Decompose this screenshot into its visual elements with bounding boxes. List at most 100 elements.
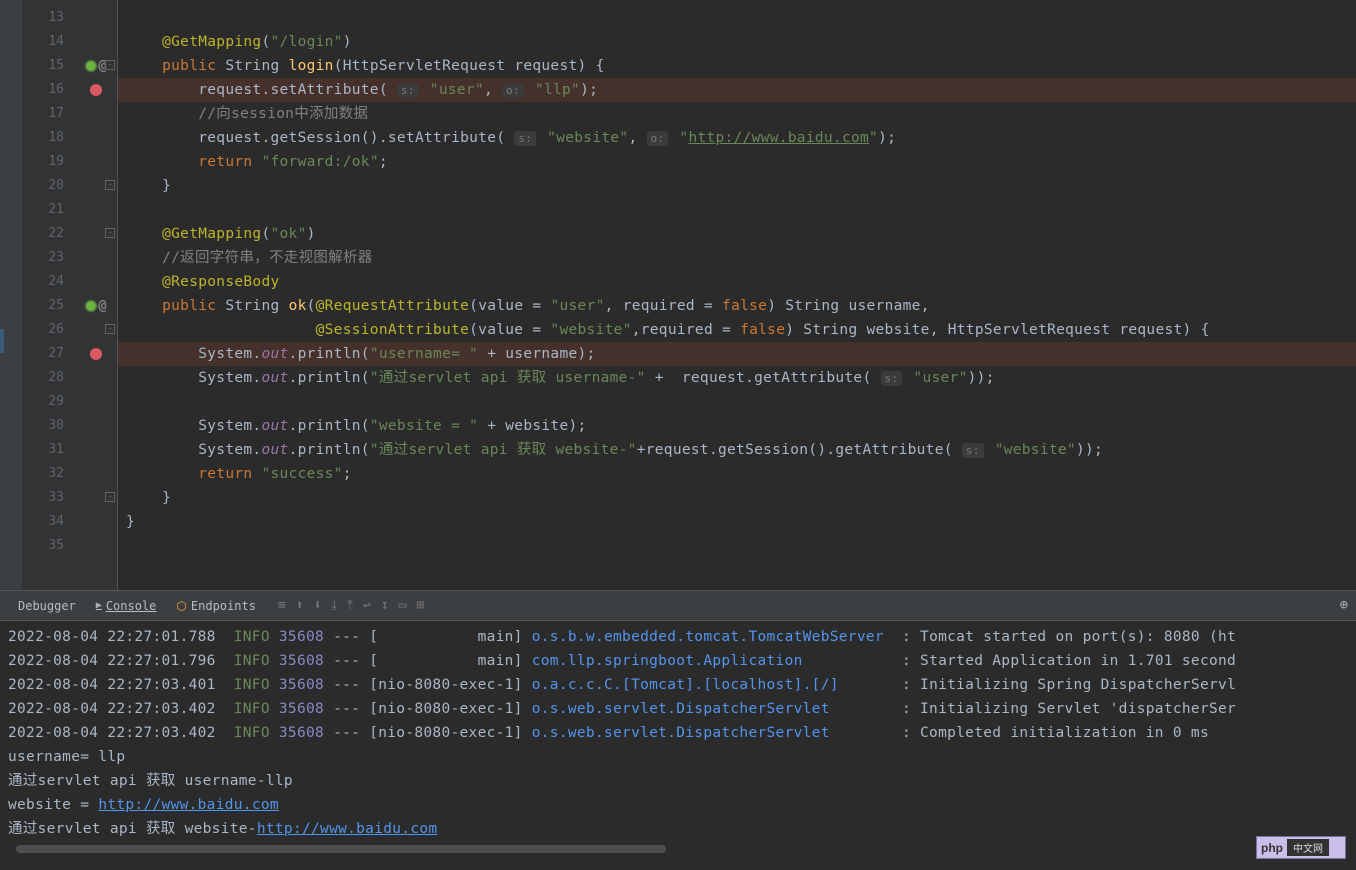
annotation-cell[interactable] [74,126,117,150]
line-number[interactable]: 13 [22,6,74,30]
code-line[interactable] [118,6,1356,30]
spring-icon[interactable] [84,299,98,313]
code-line[interactable]: //返回字符串，不走视图解析器 [118,246,1356,270]
line-number[interactable]: 33 [22,486,74,510]
annotation-cell[interactable] [74,6,117,30]
line-number[interactable]: 19 [22,150,74,174]
line-number[interactable]: 30 [22,414,74,438]
line-number[interactable]: 23 [22,246,74,270]
line-number[interactable]: 26 [22,318,74,342]
annotation-cell[interactable] [74,462,117,486]
line-number[interactable]: 24 [22,270,74,294]
annotation-cell[interactable] [74,102,117,126]
code-line[interactable] [118,198,1356,222]
line-number[interactable]: 32 [22,462,74,486]
code-line[interactable]: @GetMapping("/login") [118,30,1356,54]
annotation-cell[interactable]: - [74,174,117,198]
tab-endpoints[interactable]: ⬡Endpoints [166,599,266,613]
annotation-cell[interactable] [74,246,117,270]
code-line[interactable] [118,534,1356,558]
annotation-cell[interactable] [74,30,117,54]
line-number[interactable]: 34 [22,510,74,534]
code-line[interactable]: @GetMapping("ok") [118,222,1356,246]
annotation-cell[interactable] [74,78,117,102]
at-icon[interactable]: @ [98,298,106,314]
line-number[interactable]: 14 [22,30,74,54]
code-line[interactable]: } [118,510,1356,534]
code-line[interactable]: @SessionAttribute(value = "website",requ… [118,318,1356,342]
code-line[interactable]: return "success"; [118,462,1356,486]
line-number[interactable]: 25 [22,294,74,318]
breakpoint-icon[interactable] [90,348,102,360]
line-number[interactable]: 27 [22,342,74,366]
code-line[interactable]: return "forward:/ok"; [118,150,1356,174]
code-line[interactable]: } [118,174,1356,198]
annotation-cell[interactable] [74,342,117,366]
fold-icon[interactable]: - [105,60,115,70]
export-icon[interactable]: ⤓ [331,598,337,613]
annotation-cell[interactable] [74,414,117,438]
down-icon[interactable]: ⬇ [314,598,322,613]
code-line[interactable]: public String login(HttpServletRequest r… [118,54,1356,78]
line-number[interactable]: 15 [22,54,74,78]
scrollbar-thumb[interactable] [16,845,666,853]
console-output[interactable]: 2022-08-04 22:27:01.788 INFO 35608 --- [… [0,621,1356,870]
code-line[interactable]: public String ok(@RequestAttribute(value… [118,294,1356,318]
scrollbar-track[interactable] [16,845,1340,857]
fold-icon[interactable]: - [105,228,115,238]
filter-icon[interactable]: ≡ [278,598,286,613]
up-icon[interactable]: ⬆ [296,598,304,613]
spring-icon[interactable] [84,59,98,73]
line-number-gutter[interactable]: 1314151617181920212223242526272829303132… [22,0,74,590]
code-line[interactable] [118,390,1356,414]
code-line[interactable]: @ResponseBody [118,270,1356,294]
annotation-cell[interactable] [74,198,117,222]
line-number[interactable]: 22 [22,222,74,246]
line-number[interactable]: 29 [22,390,74,414]
code-line[interactable]: System.out.println("通过servlet api 获取 web… [118,438,1356,462]
breakpoint-icon[interactable] [90,84,102,96]
line-number[interactable]: 17 [22,102,74,126]
line-number[interactable]: 20 [22,174,74,198]
code-area[interactable]: @GetMapping("/login") public String logi… [118,0,1356,590]
code-line-breakpoint[interactable]: System.out.println("username= " + userna… [118,342,1356,366]
code-line[interactable]: System.out.println("通过servlet api 获取 use… [118,366,1356,390]
fold-icon[interactable]: - [105,180,115,190]
layout-icon[interactable]: ▭ [399,598,407,613]
import-icon[interactable]: ⤒ [347,598,353,613]
wrap-icon[interactable]: ↩ [363,598,371,613]
code-line[interactable]: //向session中添加数据 [118,102,1356,126]
scroll-icon[interactable]: ↧ [381,598,389,613]
line-number[interactable]: 18 [22,126,74,150]
line-number[interactable]: 31 [22,438,74,462]
annotation-cell[interactable]: @- [74,54,117,78]
annotation-cell[interactable] [74,390,117,414]
annotation-cell[interactable]: - [74,222,117,246]
annotation-cell[interactable] [74,534,117,558]
line-number[interactable]: 28 [22,366,74,390]
gear-icon[interactable]: ⊕ [1340,597,1348,613]
annotation-cell[interactable] [74,150,117,174]
line-number[interactable]: 35 [22,534,74,558]
tab-debugger[interactable]: Debugger [8,599,86,613]
annotations-gutter[interactable]: @---@-- [74,0,118,590]
annotation-cell[interactable] [74,366,117,390]
code-line[interactable]: } [118,486,1356,510]
code-line[interactable]: System.out.println("website = " + websit… [118,414,1356,438]
fold-icon[interactable]: - [105,324,115,334]
code-line[interactable]: request.getSession().setAttribute( s: "w… [118,126,1356,150]
annotation-cell[interactable]: - [74,318,117,342]
annotation-cell[interactable]: @ [74,294,117,318]
annotation-cell[interactable] [74,270,117,294]
annotation-cell[interactable] [74,438,117,462]
url-link[interactable]: http://www.baidu.com [98,797,279,813]
annotation-cell[interactable] [74,510,117,534]
annotation-cell[interactable]: - [74,486,117,510]
line-number[interactable]: 21 [22,198,74,222]
fold-icon[interactable]: - [105,492,115,502]
split-icon[interactable]: ⊞ [416,598,424,613]
line-number[interactable]: 16 [22,78,74,102]
url-link[interactable]: http://www.baidu.com [257,821,438,837]
code-line-breakpoint[interactable]: request.setAttribute( s: "user", o: "llp… [118,78,1356,102]
tab-console[interactable]: ▶Console [86,599,167,613]
